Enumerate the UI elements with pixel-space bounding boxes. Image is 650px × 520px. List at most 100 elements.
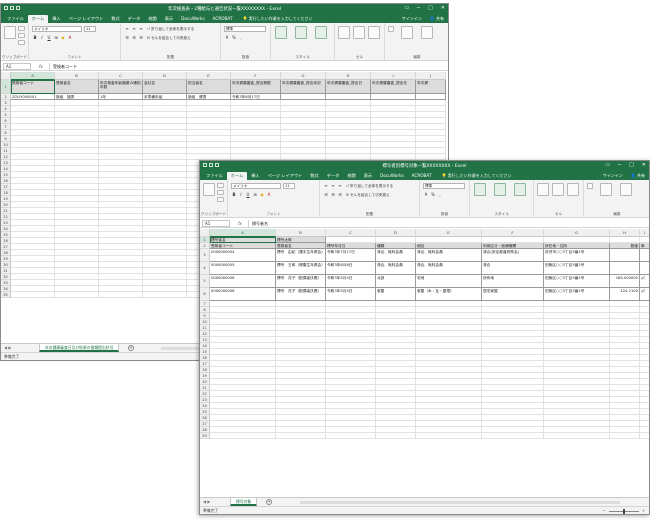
row-header-29[interactable]: 29 [200, 433, 210, 439]
ribbon-options-icon[interactable]: ▭ [404, 5, 409, 11]
tab-docuworks[interactable]: DocuWorks [177, 15, 209, 23]
data-cell[interactable]: 新組 福男 [55, 94, 99, 100]
data-cell[interactable]: 標号 由紀（選手生年県会） [276, 249, 326, 262]
fill-color-icon[interactable]: ◆ [60, 35, 66, 41]
font-name-select[interactable]: メイリオ [231, 183, 281, 189]
align-bottom-icon[interactable]: ≡ [337, 183, 343, 189]
column-header-i[interactable]: I [371, 72, 416, 80]
data-cell[interactable]: 令和3年6月6日 [326, 262, 376, 275]
cut-icon[interactable] [18, 26, 25, 31]
minimize-icon[interactable]: ─ [417, 5, 420, 11]
data-cell[interactable] [610, 262, 640, 275]
minimize-icon[interactable]: ─ [618, 162, 621, 168]
grid-cell[interactable] [276, 433, 326, 439]
select-all-corner[interactable] [1, 72, 11, 80]
sort-filter-icon[interactable] [600, 183, 612, 196]
tab-docuworks[interactable]: DocuWorks [376, 172, 408, 180]
grid-cell[interactable] [143, 292, 187, 298]
grid-cell[interactable] [210, 433, 276, 439]
tab-view[interactable]: 表示 [161, 15, 177, 23]
align-top-icon[interactable]: ≡ [323, 183, 329, 189]
tab-review[interactable]: 校閲 [343, 172, 359, 180]
data-cell[interactable]: 田無区○○3丁目3番1号 [544, 275, 610, 288]
paste-icon[interactable] [4, 26, 16, 39]
align-left-icon[interactable]: ☰ [124, 35, 130, 41]
merge-center-button[interactable]: ⊟ セルを結合して中央揃え [147, 36, 191, 41]
zoom-out-icon[interactable]: − [603, 507, 606, 514]
data-cell[interactable] [281, 94, 326, 100]
data-cell[interactable]: 0000000006 [210, 275, 276, 288]
autosum-icon[interactable] [587, 183, 593, 189]
wrap-text-button[interactable]: ⏎ 折り返して全体を表示する [147, 27, 194, 32]
grid-cell[interactable] [376, 433, 416, 439]
data-cell[interactable]: 済合、無料会員 [416, 249, 482, 262]
data-cell[interactable]: 居宅家屋 [482, 288, 544, 301]
fx-icon[interactable]: fx [39, 63, 43, 70]
header-cell[interactable]: 担当者名 [187, 80, 231, 94]
data-cell[interactable]: ZOUY000001 [11, 94, 55, 100]
column-header-h[interactable]: H [326, 72, 371, 80]
data-cell[interactable]: 165.000000 [610, 275, 640, 288]
find-select-icon[interactable] [620, 183, 632, 196]
data-cell[interactable] [326, 94, 371, 100]
grid-cell[interactable] [416, 433, 482, 439]
tab-data[interactable]: データ [323, 172, 344, 180]
grid-cell[interactable] [640, 433, 649, 439]
row-header-3[interactable]: 3 [200, 249, 210, 262]
close-icon[interactable]: ✕ [441, 5, 445, 11]
sheet-nav-arrows[interactable]: ◀ ▶ [4, 345, 11, 350]
row-header-1[interactable]: 1 [1, 80, 11, 94]
column-header-e[interactable]: E [187, 72, 231, 80]
copy-icon[interactable] [217, 190, 224, 195]
insert-cells-icon[interactable] [537, 183, 549, 196]
header-cell[interactable]: 受検者名 [55, 80, 99, 94]
excel-window-target-list[interactable]: 標号者別標号対象一覧XXXXXXXX - Excel ▭ ─ □ ✕ ファイル … [199, 160, 650, 515]
tab-data[interactable]: データ [124, 15, 145, 23]
data-cell[interactable]: 田無区○○3丁目3番1号 [544, 288, 610, 301]
font-size-select[interactable]: 11 [84, 26, 96, 32]
border-icon[interactable]: ⊞ [53, 35, 59, 41]
name-box[interactable]: A1 [3, 63, 31, 70]
grid-cell[interactable] [55, 292, 99, 298]
data-cell[interactable]: 0000000006 [210, 288, 276, 301]
column-header-f[interactable]: F [482, 229, 544, 237]
tab-formulas[interactable]: 数式 [306, 172, 322, 180]
column-header-c[interactable]: C [326, 229, 376, 237]
copy-icon[interactable] [18, 33, 25, 38]
tab-formulas[interactable]: 数式 [107, 15, 123, 23]
name-box[interactable]: A1 [202, 220, 230, 227]
grid-cell[interactable] [544, 433, 610, 439]
tell-me-box[interactable]: 💡 実行したい作業を入力してください [243, 15, 313, 23]
italic-icon[interactable]: I [238, 192, 244, 198]
data-cell[interactable]: 1年 [99, 94, 143, 100]
grid-cell[interactable] [99, 292, 143, 298]
underline-icon[interactable]: U [245, 192, 251, 198]
data-cell[interactable]: 124.2100 [610, 288, 640, 301]
header-cell[interactable]: 年次健康審査_提出日 [326, 80, 371, 94]
column-header-b[interactable]: B [276, 229, 326, 237]
data-cell[interactable]: 田無区○○3丁目3番1号 [544, 262, 610, 275]
cut-icon[interactable] [217, 183, 224, 188]
header-cell[interactable]: 年次健康審査_提出期限 [231, 80, 281, 94]
data-cell[interactable]: 宅地 [416, 275, 482, 288]
percent-icon[interactable]: % [231, 35, 237, 41]
tab-acrobat[interactable]: ACROBAT [209, 15, 237, 23]
row-header-5[interactable]: 5 [200, 275, 210, 288]
data-cell[interactable]: 令和3年5月5日 [326, 275, 376, 288]
header-cell[interactable]: 年次健康審査_提出状況 [281, 80, 326, 94]
font-size-select[interactable]: 11 [283, 183, 295, 189]
comma-icon[interactable]: , [437, 192, 443, 198]
data-cell[interactable]: 済合(所定都道府県会) [482, 249, 544, 262]
align-middle-icon[interactable]: ≡ [131, 26, 137, 32]
align-right-icon[interactable]: ☰ [337, 192, 343, 198]
formula-input[interactable]: 受検者コード [49, 63, 446, 70]
sheet-tab-active[interactable]: 標号対象 [230, 498, 258, 506]
paste-icon[interactable] [203, 183, 215, 196]
sort-filter-icon[interactable] [401, 26, 413, 39]
data-cell[interactable] [640, 262, 649, 275]
data-cell[interactable]: 所沢市○○3丁目3番1号 [544, 249, 610, 262]
grid-cell[interactable] [482, 433, 544, 439]
data-cell[interactable]: 済合 [482, 262, 544, 275]
delete-cells-icon[interactable] [353, 26, 365, 39]
grid-cell[interactable] [610, 433, 640, 439]
